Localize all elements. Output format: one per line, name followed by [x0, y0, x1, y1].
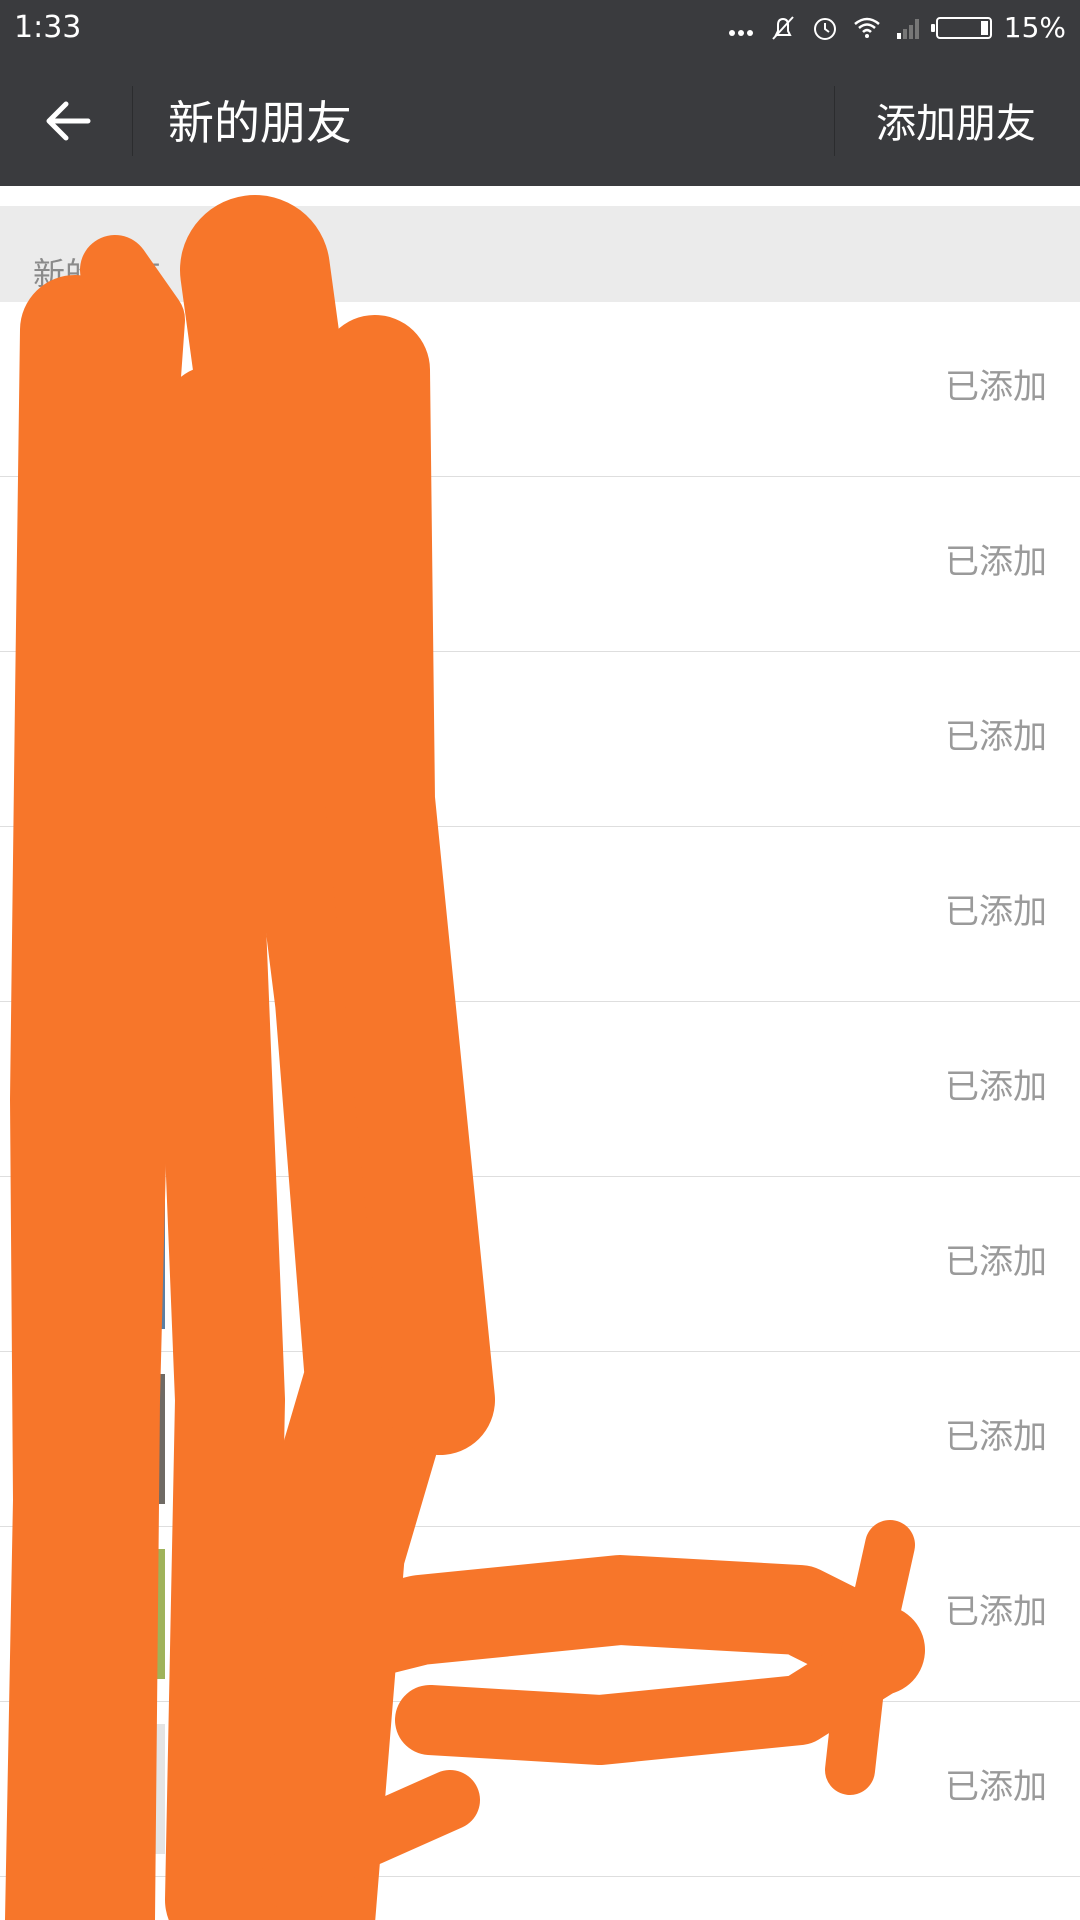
signal-icon [894, 13, 924, 43]
friend-row[interactable]: 已添加 [0, 477, 1080, 652]
friend-row[interactable]: 已添加 [0, 1002, 1080, 1177]
add-friend-button[interactable]: 添加朋友 [876, 100, 1036, 148]
page-title: 新的朋友 [168, 96, 352, 150]
avatar[interactable] [33, 674, 165, 804]
status-icons: 15% [726, 10, 1066, 46]
added-status: 已添加 [945, 542, 1047, 582]
added-status: 已添加 [945, 1592, 1047, 1632]
friend-row[interactable]: 已添加 [0, 1177, 1080, 1352]
alarm-icon [810, 13, 840, 43]
status-time: 1:33 [14, 10, 82, 45]
title-divider-left [132, 86, 133, 156]
battery-icon [930, 17, 992, 39]
friend-row[interactable]: 已添加 [0, 1527, 1080, 1702]
section-label: 新的朋友 [33, 255, 162, 293]
avatar[interactable] [33, 1024, 165, 1154]
more-dots-icon [726, 13, 756, 43]
friend-row[interactable]: 已添加 [0, 827, 1080, 1002]
battery-fill [980, 21, 988, 35]
back-button[interactable] [28, 88, 108, 154]
back-arrow-icon [46, 101, 91, 141]
status-bar: 1:33 15% [0, 0, 1080, 56]
avatar[interactable] [33, 324, 165, 454]
mute-bell-icon [768, 13, 798, 43]
added-status: 已添加 [945, 1767, 1047, 1807]
friend-row[interactable]: 已添加 [0, 1702, 1080, 1877]
section-header: 新的朋友 [0, 206, 1080, 302]
added-status: 已添加 [945, 892, 1047, 932]
avatar[interactable] [33, 1724, 165, 1854]
wifi-icon [852, 13, 882, 43]
friend-row[interactable]: 已添加 [0, 302, 1080, 477]
added-status: 已添加 [945, 1417, 1047, 1457]
avatar[interactable] [33, 1199, 165, 1329]
battery-percent: 15% [1003, 11, 1066, 44]
friend-row[interactable]: 已添加 [0, 1352, 1080, 1527]
avatar[interactable] [33, 1549, 165, 1679]
added-status: 已添加 [945, 1067, 1047, 1107]
added-status: 已添加 [945, 717, 1047, 757]
friend-row[interactable]: 已添加 [0, 652, 1080, 827]
friend-list: 已添加 已添加 已添加 已添加 已添加 已添加 已添加 已添加 已添加 [0, 302, 1080, 1877]
added-status: 已添加 [945, 1242, 1047, 1282]
avatar[interactable] [33, 849, 165, 979]
title-divider-right [834, 86, 835, 156]
added-status: 已添加 [945, 367, 1047, 407]
avatar[interactable] [33, 499, 165, 629]
avatar[interactable] [33, 1374, 165, 1504]
title-bar: 新的朋友 添加朋友 [0, 56, 1080, 186]
